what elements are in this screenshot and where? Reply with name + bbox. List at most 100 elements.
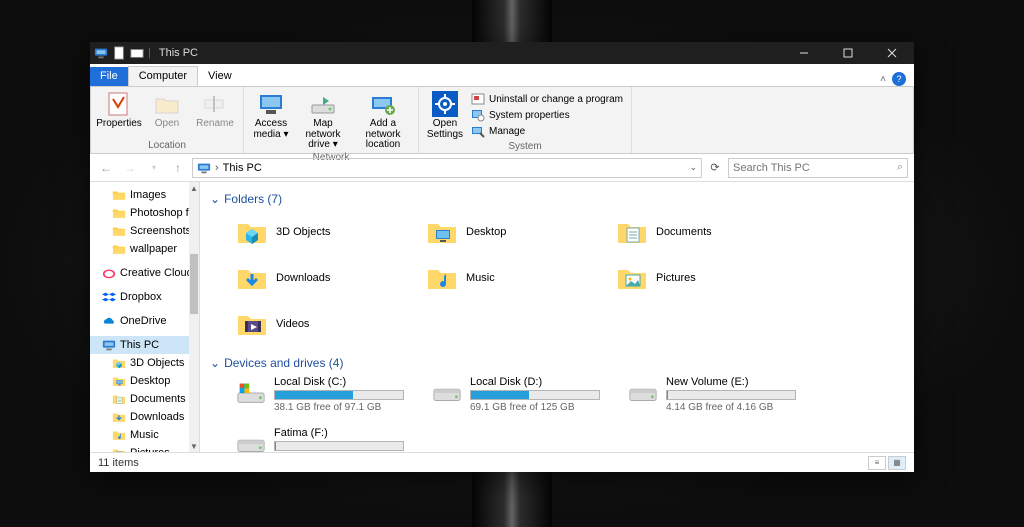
folder-tile-music[interactable]: Music [426, 258, 616, 298]
properties-button[interactable]: Properties [95, 89, 143, 130]
minimize-button[interactable] [782, 42, 826, 64]
group-header-folders[interactable]: ⌄ Folders (7) [210, 188, 904, 212]
folder-icon [112, 242, 126, 256]
address-input[interactable]: › This PC ⌄ [192, 158, 702, 178]
documents-icon [616, 216, 648, 248]
breadcrumb-thispc[interactable]: This PC [223, 162, 262, 174]
creative-cloud-icon [102, 266, 116, 280]
folder-tile-documents[interactable]: Documents [616, 212, 806, 252]
sidebar-item-thispc-child-4[interactable]: Music [90, 426, 199, 444]
nav-recent-button[interactable]: ▾ [144, 158, 164, 178]
qat-folder-icon[interactable] [130, 46, 144, 60]
folder-tile-3d[interactable]: 3D Objects [236, 212, 426, 252]
drive-icon [432, 378, 462, 408]
sidebar-item-label: Images [130, 189, 166, 201]
scroll-up-icon[interactable]: ▲ [189, 182, 199, 194]
folder-label: Music [466, 272, 495, 284]
add-network-location-button[interactable]: Add a network location [352, 89, 414, 151]
sidebar-item-quick-1[interactable]: Photoshop files [90, 204, 199, 222]
sidebar-item-dropbox[interactable]: Dropbox [90, 288, 199, 306]
folder-label: 3D Objects [276, 226, 330, 238]
qat-doc-icon[interactable] [112, 46, 126, 60]
address-bar: ← → ▾ ↑ › This PC ⌄ ⟳ ⌕ [90, 154, 914, 182]
view-tiles-button[interactable]: ▦ [888, 456, 906, 470]
drive-tile-0[interactable]: Local Disk (C:) 38.1 GB free of 97.1 GB [236, 376, 426, 413]
drive-usage-bar [666, 390, 796, 400]
nav-forward-button[interactable]: → [120, 158, 140, 178]
chevron-down-icon: ⌄ [210, 356, 220, 370]
search-box[interactable]: ⌕ [728, 158, 908, 178]
manage-button[interactable]: Manage [467, 123, 627, 139]
folder-tile-desktop[interactable]: Desktop [426, 212, 616, 252]
folder-tile-pictures[interactable]: Pictures [616, 258, 806, 298]
access-media-button[interactable]: Access media ▾ [248, 89, 294, 140]
drive-icon [628, 378, 658, 408]
tab-file[interactable]: File [90, 67, 128, 86]
nav-back-button[interactable]: ← [96, 158, 116, 178]
sidebar-item-thispc-child-2[interactable]: Documents [90, 390, 199, 408]
drive-icon [236, 429, 266, 452]
drive-name: Local Disk (D:) [470, 376, 610, 388]
search-icon[interactable]: ⌕ [897, 161, 903, 174]
ribbon: Properties Open Rename Location Access m… [90, 86, 914, 154]
ribbon-group-system: Open Settings Uninstall or change a prog… [419, 87, 632, 153]
drive-name: Local Disk (C:) [274, 376, 414, 388]
help-icon[interactable]: ? [892, 72, 906, 86]
nav-pane[interactable]: Images Photoshop files Screenshots wallp… [90, 182, 200, 452]
pictures-icon [112, 446, 126, 452]
tab-view[interactable]: View [198, 67, 242, 86]
add-location-icon [370, 91, 396, 117]
content-pane[interactable]: ⌄ Folders (7) 3D Objects Desktop Documen… [200, 182, 914, 452]
collapse-ribbon-icon[interactable]: ˄ [880, 74, 886, 85]
folder-label: Documents [656, 226, 712, 238]
tab-computer[interactable]: Computer [128, 66, 198, 87]
drive-tile-3[interactable]: Fatima (F:) 3.02 GB free of 3.04 GB [236, 427, 426, 452]
address-dropdown-icon[interactable]: ⌄ [689, 162, 697, 173]
close-button[interactable] [870, 42, 914, 64]
map-network-drive-button[interactable]: Map network drive ▾ [294, 89, 352, 151]
open-settings-button[interactable]: Open Settings [423, 89, 467, 140]
uninstall-button[interactable]: Uninstall or change a program [467, 91, 627, 107]
maximize-button[interactable] [826, 42, 870, 64]
drive-icon [236, 378, 266, 408]
system-properties-icon [471, 108, 485, 122]
titlebar[interactable]: | This PC [90, 42, 914, 64]
music-icon [112, 428, 126, 442]
pictures-icon [616, 262, 648, 294]
sidebar-scrollbar[interactable]: ▲ ▼ [189, 182, 199, 452]
group-header-drives[interactable]: ⌄ Devices and drives (4) [210, 352, 904, 376]
drive-tile-2[interactable]: New Volume (E:) 4.14 GB free of 4.16 GB [628, 376, 818, 413]
sidebar-item-thispc-child-0[interactable]: 3D Objects [90, 354, 199, 372]
scroll-down-icon[interactable]: ▼ [189, 440, 199, 452]
sidebar-item-creative-cloud[interactable]: Creative Cloud Fil [90, 264, 199, 282]
sidebar-item-label: Screenshots [130, 225, 191, 237]
folder-tile-downloads[interactable]: Downloads [236, 258, 426, 298]
view-details-button[interactable]: ≡ [868, 456, 886, 470]
qat-separator: | [148, 47, 151, 59]
sidebar-item-thispc-child-5[interactable]: Pictures [90, 444, 199, 452]
explorer-window: | This PC File Computer View ˄ ? [90, 42, 914, 472]
folder-label: Videos [276, 318, 309, 330]
sidebar-item-thispc-child-1[interactable]: Desktop [90, 372, 199, 390]
folder-label: Downloads [276, 272, 330, 284]
nav-up-button[interactable]: ↑ [168, 158, 188, 178]
sidebar-item-thispc[interactable]: This PC [90, 336, 199, 354]
open-icon [154, 91, 180, 117]
folder-icon [112, 224, 126, 238]
music-icon [426, 262, 458, 294]
drive-tile-1[interactable]: Local Disk (D:) 69.1 GB free of 125 GB [432, 376, 622, 413]
sidebar-item-onedrive[interactable]: OneDrive [90, 312, 199, 330]
sidebar-item-thispc-child-3[interactable]: Downloads [90, 408, 199, 426]
access-media-icon [258, 91, 284, 117]
search-input[interactable] [733, 162, 897, 174]
folder-tile-videos[interactable]: Videos [236, 304, 426, 344]
sidebar-item-quick-3[interactable]: wallpaper [90, 240, 199, 258]
ribbon-group-location: Properties Open Rename Location [91, 87, 244, 153]
refresh-button[interactable]: ⟳ [706, 161, 724, 174]
sidebar-item-quick-0[interactable]: Images [90, 186, 199, 204]
sidebar-item-quick-2[interactable]: Screenshots [90, 222, 199, 240]
system-properties-button[interactable]: System properties [467, 107, 627, 123]
scroll-thumb[interactable] [190, 254, 198, 314]
drive-free-text: 38.1 GB free of 97.1 GB [274, 402, 414, 413]
rename-icon [202, 91, 228, 117]
